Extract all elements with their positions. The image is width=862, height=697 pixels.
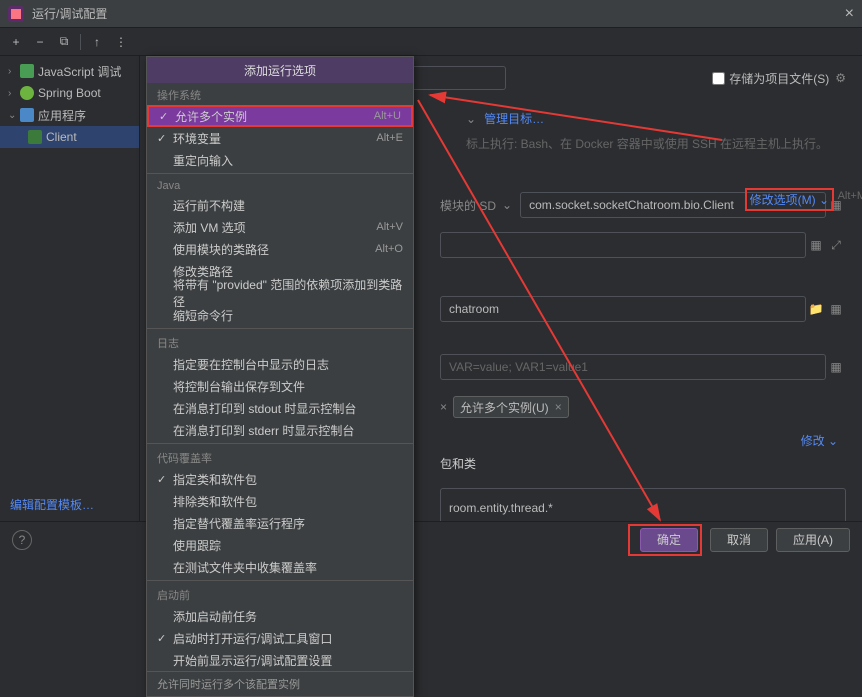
popup-item-provided[interactable]: 将带有 "provided" 范围的依赖项添加到类路径 xyxy=(147,282,413,304)
popup-item-vm-options[interactable]: 添加 VM 选项Alt+V xyxy=(147,216,413,238)
gear-icon[interactable]: ⚙ xyxy=(835,71,846,85)
ide-icon xyxy=(8,6,24,22)
titlebar: 运行/调试配置 × xyxy=(0,0,862,28)
client-icon xyxy=(28,130,42,144)
chevron-right-icon: › xyxy=(8,88,20,99)
chevron-down-icon[interactable]: ⌄ xyxy=(466,112,476,126)
copy-button[interactable]: ⧉ xyxy=(54,32,74,52)
more-button[interactable]: ⋮ xyxy=(111,32,131,52)
add-run-options-popup: 添加运行选项 操作系统 ✓ 允许多个实例 Alt+U ✓ 环境变量 Alt+E … xyxy=(146,56,414,697)
tree-item-application[interactable]: ⌄ 应用程序 xyxy=(0,104,139,126)
args-input[interactable] xyxy=(440,232,806,258)
popup-item-show-settings[interactable]: 开始前显示运行/调试配置设置 xyxy=(147,649,413,671)
edit-template-link[interactable]: 编辑配置模板… xyxy=(10,496,94,513)
include-label: 包和类 xyxy=(440,455,476,472)
working-dir-input[interactable]: chatroom xyxy=(440,296,806,322)
tree-label: JavaScript 调试 xyxy=(38,63,121,80)
allow-multi-tag[interactable]: 允许多个实例(U) × xyxy=(453,396,569,418)
ok-button[interactable]: 确定 xyxy=(640,528,698,552)
toolbar: + − ⧉ ↑ ⋮ xyxy=(0,28,862,56)
expand-icon[interactable]: ⤢ xyxy=(826,238,846,253)
ok-highlight: 确定 xyxy=(628,524,702,556)
popup-section-before-launch: 启动前 xyxy=(147,583,413,605)
popup-item-show-stderr[interactable]: 在消息打印到 stderr 时显示控制台 xyxy=(147,419,413,441)
popup-footer: 允许同时运行多个该配置实例 xyxy=(147,671,413,696)
popup-item-show-stdout[interactable]: 在消息打印到 stdout 时显示控制台 xyxy=(147,397,413,419)
add-button[interactable]: + xyxy=(6,32,26,52)
sidebar: › JavaScript 调试 › Spring Boot ⌄ 应用程序 Cli… xyxy=(0,56,140,521)
popup-item-redirect-input[interactable]: 重定向输入 xyxy=(147,149,413,171)
popup-title: 添加运行选项 xyxy=(147,57,413,83)
popup-section-java: Java xyxy=(147,176,413,194)
tree-label: 应用程序 xyxy=(38,107,86,124)
popup-item-use-tracing[interactable]: 使用跟踪 xyxy=(147,534,413,556)
store-label: 存储为项目文件(S) xyxy=(729,70,829,87)
spring-icon xyxy=(20,86,34,100)
browse-icon[interactable]: ▦ xyxy=(826,302,846,316)
store-as-project-checkbox[interactable]: 存储为项目文件(S) xyxy=(712,70,829,87)
close-icon[interactable]: × xyxy=(845,5,854,23)
popup-section-log: 日志 xyxy=(147,331,413,353)
popup-item-specify-classes[interactable]: ✓指定类和软件包 xyxy=(147,468,413,490)
popup-item-save-console[interactable]: 将控制台输出保存到文件 xyxy=(147,375,413,397)
popup-item-shorten-cmd[interactable]: 缩短命令行 xyxy=(147,304,413,326)
popup-section-coverage: 代码覆盖率 xyxy=(147,446,413,468)
modify-link[interactable]: 修改 xyxy=(801,434,825,448)
check-icon: ✓ xyxy=(157,132,173,145)
help-button[interactable]: ? xyxy=(12,530,32,550)
popup-item-no-build[interactable]: 运行前不构建 xyxy=(147,194,413,216)
cancel-button[interactable]: 取消 xyxy=(710,528,768,552)
folder-icon[interactable]: 📁 xyxy=(806,302,826,316)
popup-item-specify-logs[interactable]: 指定要在控制台中显示的日志 xyxy=(147,353,413,375)
popup-item-allow-multi[interactable]: ✓ 允许多个实例 Alt+U xyxy=(147,105,413,127)
popup-item-env-vars[interactable]: ✓ 环境变量 Alt+E xyxy=(147,127,413,149)
footer: ? 确定 取消 应用(A) xyxy=(0,521,862,557)
apply-button[interactable]: 应用(A) xyxy=(776,528,850,552)
separator xyxy=(80,34,81,50)
js-icon xyxy=(20,64,34,78)
tree-item-js-debug[interactable]: › JavaScript 调试 xyxy=(0,60,139,82)
env-vars-input[interactable]: VAR=value; VAR1=value1 xyxy=(440,354,826,380)
browse-icon[interactable]: ▦ xyxy=(826,360,846,374)
module-label: 模块的 SD xyxy=(440,197,496,214)
window-title: 运行/调试配置 xyxy=(32,5,845,22)
chevron-down-icon: ⌄ xyxy=(8,110,20,121)
app-icon xyxy=(20,108,34,122)
chevron-down-icon[interactable]: ⌄ xyxy=(502,198,512,212)
store-checkbox[interactable] xyxy=(712,72,725,85)
remove-button[interactable]: − xyxy=(30,32,50,52)
tree-item-client[interactable]: Client xyxy=(0,126,139,148)
remove-tag-icon[interactable]: × xyxy=(555,400,562,414)
modify-options-link[interactable]: 修改选项(M) ⌄ xyxy=(750,193,829,207)
tree-item-spring-boot[interactable]: › Spring Boot xyxy=(0,82,139,104)
modify-shortcut: Alt+M xyxy=(838,190,862,202)
manage-targets-link[interactable]: 管理目标… xyxy=(484,110,544,127)
modify-options-highlight: 修改选项(M) ⌄ xyxy=(745,188,834,211)
check-icon: ✓ xyxy=(157,632,173,645)
check-icon: ✓ xyxy=(159,110,175,123)
popup-item-module-classpath[interactable]: 使用模块的类路径Alt+O xyxy=(147,238,413,260)
popup-item-alt-coverage[interactable]: 指定替代覆盖率运行程序 xyxy=(147,512,413,534)
popup-item-collect-test-coverage[interactable]: 在测试文件夹中收集覆盖率 xyxy=(147,556,413,578)
browse-icon[interactable]: ▦ xyxy=(806,238,826,252)
check-icon: ✓ xyxy=(157,473,173,486)
x-icon[interactable]: × xyxy=(440,400,447,414)
tree-label: Spring Boot xyxy=(38,86,101,100)
popup-item-exclude-classes[interactable]: 排除类和软件包 xyxy=(147,490,413,512)
chevron-right-icon: › xyxy=(8,66,20,77)
tree-label: Client xyxy=(46,130,77,144)
up-button[interactable]: ↑ xyxy=(87,32,107,52)
popup-item-open-tool-window[interactable]: ✓启动时打开运行/调试工具窗口 xyxy=(147,627,413,649)
popup-section-os: 操作系统 xyxy=(147,83,413,105)
popup-item-add-before-task[interactable]: 添加启动前任务 xyxy=(147,605,413,627)
